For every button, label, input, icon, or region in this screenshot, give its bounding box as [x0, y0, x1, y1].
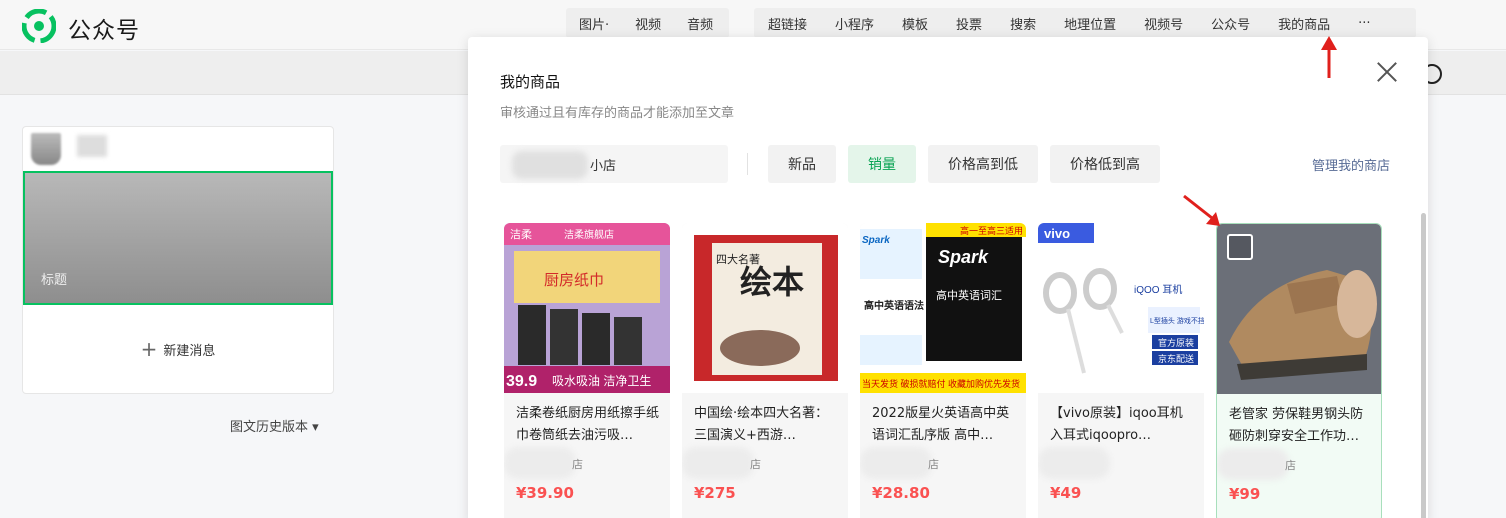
slogan-text: 吸水吸油 洁净卫生 — [552, 374, 651, 388]
product-price: ¥28.80 — [872, 484, 930, 502]
article-list-card: 标题 + 新建消息 — [22, 126, 334, 394]
toolbar-channels[interactable]: 视频号 — [1130, 14, 1197, 33]
new-message-button[interactable]: + 新建消息 — [23, 305, 333, 393]
shop-name-redacted — [512, 151, 588, 179]
sort-price-desc-button[interactable]: 价格高到低 — [928, 145, 1038, 183]
toolbar-location[interactable]: 地理位置 — [1050, 14, 1130, 33]
product-title: 【vivo原装】iqoo耳机入耳式iqoopro… — [1050, 406, 1183, 443]
spark-text: Spark — [938, 247, 989, 267]
footer-text: 当天发货 破损就赔付 收藏加购优先发货 — [862, 378, 1020, 389]
article-cover[interactable]: 标题 — [23, 171, 333, 305]
toolbar-vote[interactable]: 投票 — [942, 14, 996, 33]
product-price: ¥275 — [694, 484, 736, 502]
tag1-text: L型插头 游戏不挡手 — [1150, 316, 1204, 325]
book-title-text: 高中英语词汇 — [936, 288, 1002, 302]
product-image: 高一至高三适用 Spark 高中英语词汇 Spark 高中英语语法 当天发货 破… — [860, 223, 1026, 393]
iqoo-text: iQOO 耳机 — [1134, 283, 1182, 296]
store-suffix: 店 — [928, 458, 939, 471]
product-card-selected[interactable]: 老管家 劳保鞋男钢头防砸防刺穿安全工作功… 店 ¥99 — [1216, 223, 1382, 518]
toolbar-official-account[interactable]: 公众号 — [1197, 14, 1264, 33]
app-name: 公众号 — [68, 18, 140, 44]
toolbar-hyperlink[interactable]: 超链接 — [754, 14, 821, 33]
close-icon[interactable] — [1376, 61, 1398, 83]
cover-side-text: 四大名著 — [716, 252, 760, 266]
dialog-subtitle: 审核通过且有库存的商品才能添加至文章 — [500, 106, 735, 121]
my-products-dialog: 我的商品 审核通过且有库存的商品才能添加至文章 小店 新品 销量 价格高到低 价… — [468, 37, 1428, 518]
dialog-title: 我的商品 — [500, 73, 561, 91]
select-checkbox[interactable] — [1227, 234, 1253, 260]
product-card[interactable]: 高一至高三适用 Spark 高中英语词汇 Spark 高中英语语法 当天发货 破… — [860, 223, 1026, 518]
insert-toolbar: 超链接 小程序 模板 投票 搜索 地理位置 视频号 公众号 我的商品 ··· — [754, 8, 1416, 38]
sort-price-asc-button[interactable]: 价格低到高 — [1050, 145, 1160, 183]
product-title: 老管家 劳保鞋男钢头防砸防刺穿安全工作功… — [1229, 407, 1364, 444]
product-price: ¥39.90 — [516, 484, 574, 502]
product-title: 洁柔卷纸厨房用纸擦手纸巾卷筒纸去油污吸… — [516, 406, 660, 443]
history-version-dropdown[interactable]: 图文历史版本 ▾ — [230, 416, 319, 435]
product-text: 厨房纸巾 — [544, 272, 604, 289]
shop-selector[interactable]: 小店 — [500, 145, 728, 183]
sort-newest-button[interactable]: 新品 — [768, 145, 836, 183]
store-suffix: 店 — [750, 458, 761, 471]
store-name-redacted — [682, 447, 754, 479]
tag2-text: 官方原装 — [1158, 337, 1194, 348]
plus-icon: + — [140, 337, 158, 361]
product-image: 洁柔 洁柔旗舰店 厨房纸巾 39.9 吸水吸油 洁净卫生 — [504, 223, 670, 393]
toolbar-more[interactable]: ··· — [1344, 16, 1384, 31]
brand-text: 洁柔 — [510, 228, 532, 241]
new-message-label: 新建消息 — [163, 343, 216, 359]
left-book-text: 高中英语语法 — [864, 299, 924, 312]
toolbar-template[interactable]: 模板 — [888, 14, 942, 33]
cover-title: 标题 — [41, 273, 68, 288]
toolbar-video[interactable]: 视频 — [622, 14, 674, 33]
svg-text:Spark: Spark — [862, 235, 890, 246]
tag3-text: 京东配送 — [1158, 353, 1194, 364]
product-title: 2022版星火英语高中英语词汇乱序版 高中… — [872, 406, 1010, 443]
price-tag-text: 39.9 — [506, 373, 537, 390]
store-suffix: 店 — [572, 458, 583, 471]
store-name-redacted — [504, 447, 576, 479]
annotation-arrow-icon — [1321, 36, 1337, 78]
sort-sales-button[interactable]: 销量 — [848, 145, 916, 183]
account-avatar — [31, 133, 61, 165]
cover-big-text: 绘本 — [740, 264, 804, 300]
account-name-redacted — [77, 135, 107, 157]
shop-text: 洁柔旗舰店 — [564, 228, 614, 241]
product-card[interactable]: 洁柔 洁柔旗舰店 厨房纸巾 39.9 吸水吸油 洁净卫生 洁柔卷纸厨房用纸擦手纸… — [504, 223, 670, 518]
product-card[interactable]: 绘本 四大名著 中国绘·绘本四大名著：三国演义+西游… 店 ¥275 — [682, 223, 848, 518]
scrollbar[interactable] — [1421, 213, 1426, 518]
toolbar-search[interactable]: 搜索 — [996, 14, 1050, 33]
manage-shop-link[interactable]: 管理我的商店 — [1312, 155, 1390, 174]
toolbar-mini-program[interactable]: 小程序 — [821, 14, 888, 33]
annotation-arrow-icon — [1183, 194, 1220, 226]
product-card[interactable]: vivo iQOO 耳机 L型插头 游戏不挡手 官方原装 京东配送 【vivo原… — [1038, 223, 1204, 518]
store-name-redacted — [860, 447, 932, 479]
wechat-official-logo-icon — [22, 9, 56, 43]
media-toolbar: 图片· 视频 音频 — [566, 8, 729, 38]
toolbar-my-products[interactable]: 我的商品 — [1264, 14, 1344, 33]
store-suffix: 店 — [1285, 459, 1296, 472]
corner-text: 高一至高三适用 — [960, 225, 1023, 236]
product-price: ¥99 — [1229, 485, 1261, 503]
product-title: 中国绘·绘本四大名著：三国演义+西游… — [694, 406, 829, 443]
vivo-logo-text: vivo — [1044, 226, 1070, 241]
store-name-redacted — [1038, 447, 1110, 479]
shop-name-suffix: 小店 — [590, 159, 617, 174]
store-name-redacted — [1217, 448, 1289, 480]
product-price: ¥49 — [1050, 484, 1082, 502]
toolbar-image[interactable]: 图片· — [566, 14, 622, 33]
divider — [747, 153, 748, 175]
product-image: 绘本 四大名著 — [682, 223, 848, 393]
toolbar-audio[interactable]: 音频 — [674, 14, 726, 33]
product-image: vivo iQOO 耳机 L型插头 游戏不挡手 官方原装 京东配送 — [1038, 223, 1204, 393]
